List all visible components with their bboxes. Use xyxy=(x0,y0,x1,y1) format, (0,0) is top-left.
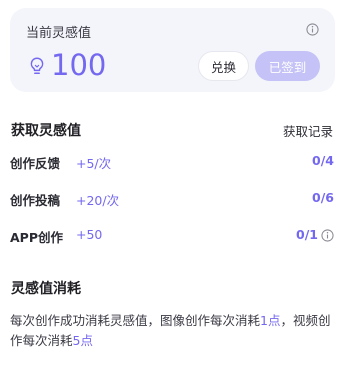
earn-item-reward: +5/次 xyxy=(76,156,112,171)
signed-in-button[interactable]: 已签到 xyxy=(255,51,320,81)
earn-item-name: 创作反馈 xyxy=(10,156,61,171)
balance-card: 当前灵感值 100 兑换 已签到 xyxy=(10,8,335,92)
info-icon[interactable] xyxy=(306,23,319,36)
earn-item-progress: 0/6 xyxy=(312,190,334,205)
exchange-button[interactable]: 兑换 xyxy=(198,51,249,81)
consume-highlight-image: 1点 xyxy=(260,313,281,328)
earn-item-app: APP创作 +50 0/1 xyxy=(10,225,335,245)
earn-record-link[interactable]: 获取记录 xyxy=(283,121,333,140)
earn-item-feedback: 创作反馈 +5/次 0/4 xyxy=(10,151,335,171)
earn-item-progress: 0/1 xyxy=(296,227,318,242)
earn-item-reward: +50 xyxy=(76,227,103,242)
earn-section-title: 获取灵感值 xyxy=(11,123,81,139)
balance-amount: 100 xyxy=(51,48,107,82)
earn-item-name: 创作投稿 xyxy=(10,193,61,208)
earn-item-progress: 0/4 xyxy=(312,153,334,168)
consume-description: 每次创作成功消耗灵感值，图像创作每次消耗1点，视频创作每次消耗5点 xyxy=(10,311,340,351)
earn-item-name: APP创作 xyxy=(10,230,63,245)
earn-item-reward: +20/次 xyxy=(76,193,120,208)
lightbulb-icon xyxy=(30,57,44,74)
balance-title: 当前灵感值 xyxy=(26,26,92,41)
info-icon[interactable] xyxy=(321,229,334,242)
consume-highlight-video: 5点 xyxy=(72,333,93,348)
consume-text: 每次创作成功消耗灵感值，图像创作每次消耗 xyxy=(10,313,261,328)
consume-section-title: 灵感值消耗 xyxy=(11,281,81,297)
earn-item-submission: 创作投稿 +20/次 0/6 xyxy=(10,188,335,208)
